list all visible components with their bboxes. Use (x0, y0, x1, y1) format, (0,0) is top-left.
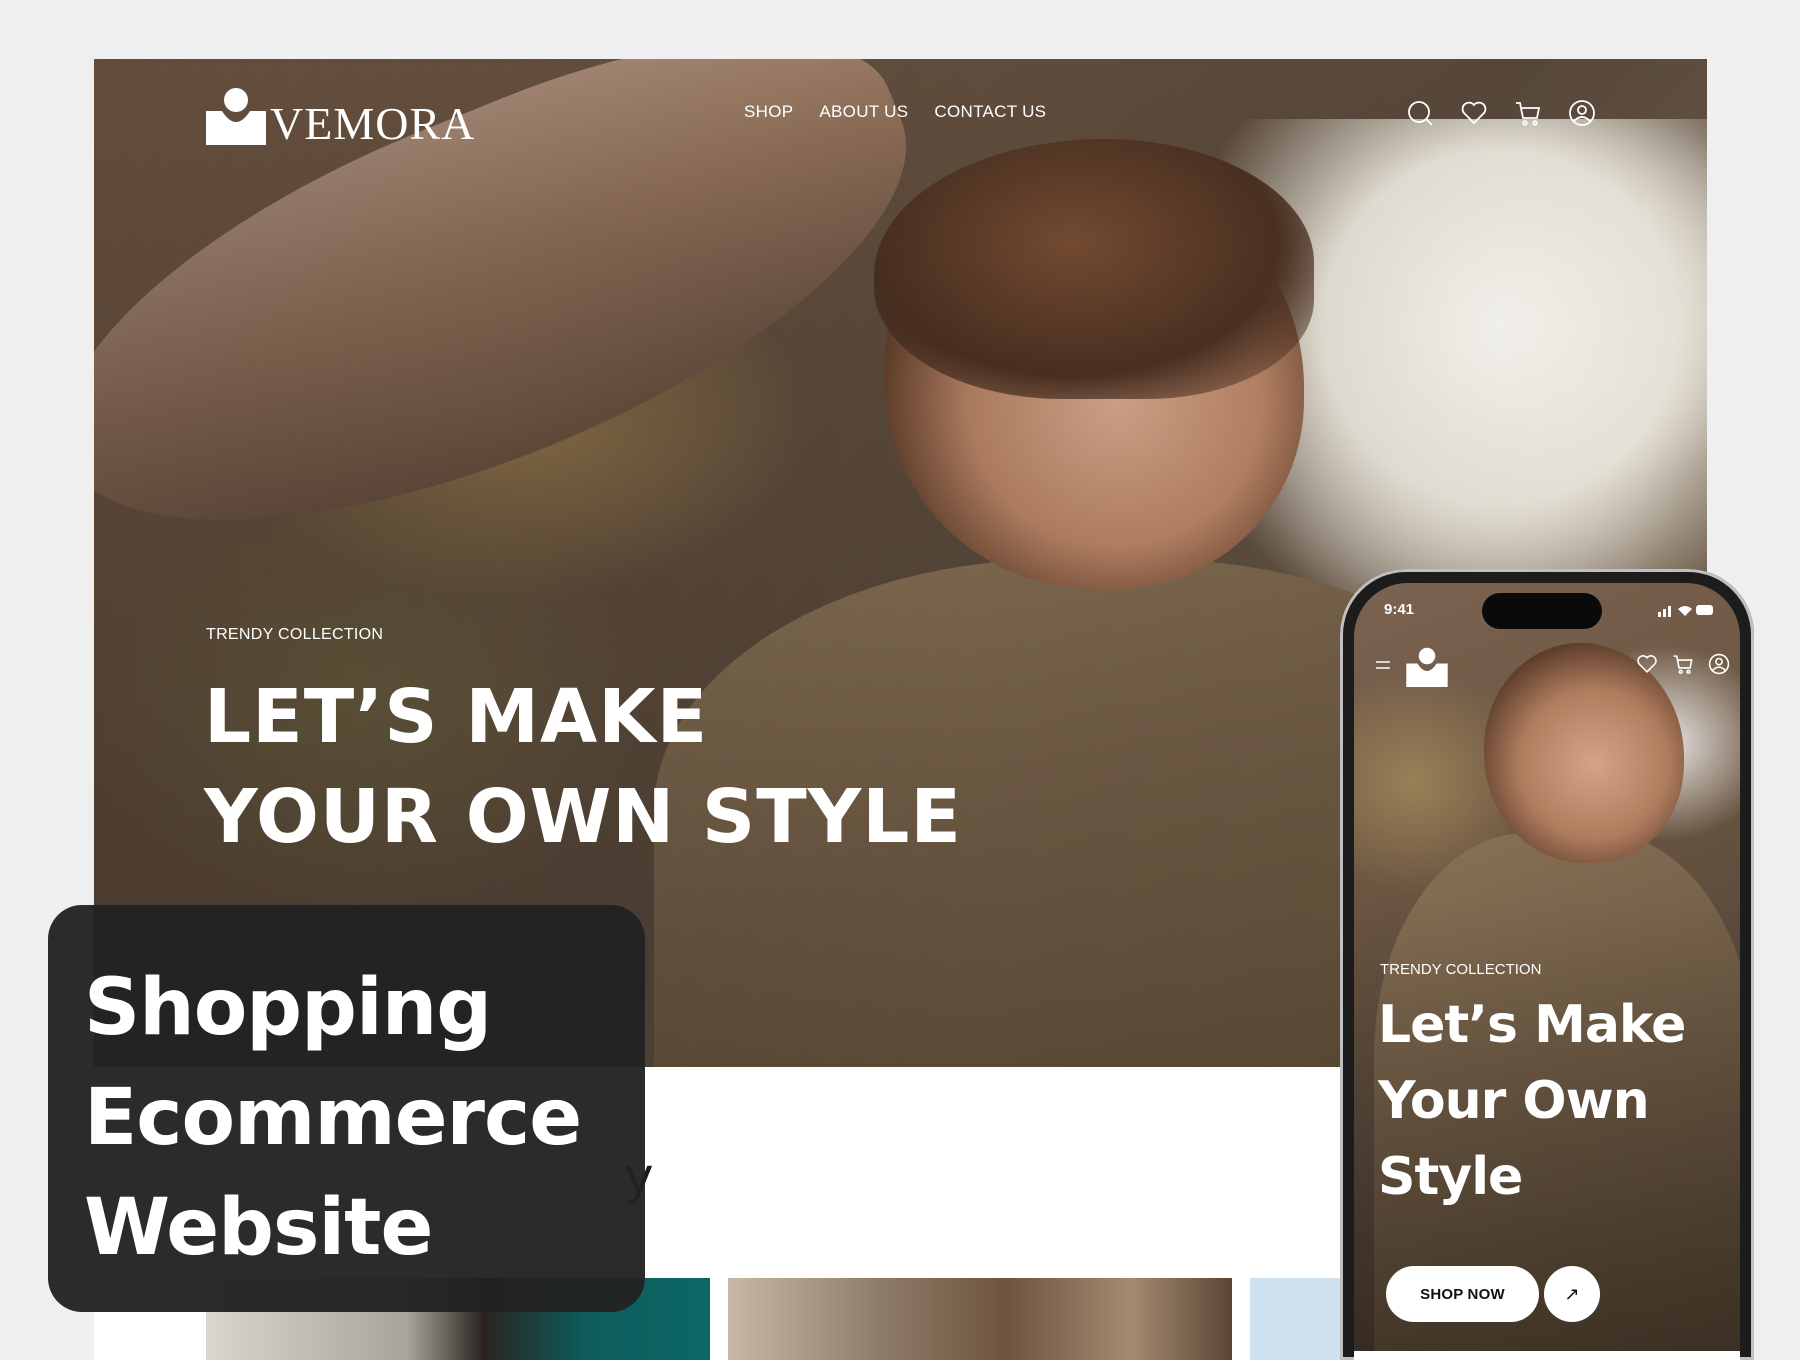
heart-icon[interactable] (1460, 99, 1488, 127)
header-icons (1406, 99, 1596, 127)
hero-title: LET’S MAKE YOUR OWN STYLE (204, 667, 962, 867)
category-card-2[interactable] (728, 1278, 1232, 1360)
hamburger-menu-icon[interactable] (1376, 659, 1390, 671)
phone-title-line-2: Your Own (1378, 1071, 1650, 1131)
menu-about-us[interactable]: ABOUT US (819, 102, 908, 122)
status-time: 9:41 (1384, 601, 1415, 618)
brand-logo[interactable]: VEMORA (206, 87, 476, 149)
label-line-2: Ecommerce (84, 1073, 582, 1163)
phone-title-line-1: Let’s Make (1378, 995, 1686, 1055)
phone-title: Let’s Make Your Own Style (1378, 987, 1686, 1215)
hero-kicker: TRENDY COLLECTION (206, 626, 384, 643)
presentation-label: Shopping Ecommerce Website (48, 905, 645, 1312)
hero-title-line-1: LET’S MAKE (204, 674, 709, 760)
phone-mockup: 9:41 TRENDY COLLECTION Let’s Make Your O… (1340, 569, 1754, 1360)
phone-content-edge (1354, 1351, 1740, 1360)
arrow-up-right-icon[interactable]: ↗ (1544, 1266, 1600, 1322)
cart-icon[interactable] (1514, 99, 1542, 127)
phone-kicker: TRENDY COLLECTION (1380, 961, 1542, 978)
top-navigation: VEMORA SHOP ABOUT US CONTACT US (94, 59, 1707, 179)
dynamic-island (1482, 593, 1602, 629)
search-icon[interactable] (1406, 99, 1434, 127)
phone-header-icons (1636, 653, 1730, 675)
main-menu: SHOP ABOUT US CONTACT US (744, 102, 1046, 122)
hero-title-line-2: YOUR OWN STYLE (204, 774, 962, 860)
menu-contact-us[interactable]: CONTACT US (934, 102, 1046, 122)
label-line-3: Website (84, 1183, 433, 1273)
menu-shop[interactable]: SHOP (744, 102, 793, 122)
brand-name: VEMORA (270, 98, 476, 149)
phone-logo-icon[interactable] (1406, 647, 1448, 687)
label-line-1: Shopping (84, 963, 492, 1053)
phone-screen: 9:41 TRENDY COLLECTION Let’s Make Your O… (1354, 583, 1740, 1360)
phone-title-line-3: Style (1378, 1147, 1523, 1207)
user-icon[interactable] (1568, 99, 1596, 127)
shop-now-button[interactable]: SHOP NOW (1386, 1266, 1539, 1322)
logo-mark-icon (206, 88, 266, 145)
cart-icon[interactable] (1672, 653, 1694, 675)
heart-icon[interactable] (1636, 653, 1658, 675)
status-icons (1658, 605, 1713, 617)
user-icon[interactable] (1708, 653, 1730, 675)
